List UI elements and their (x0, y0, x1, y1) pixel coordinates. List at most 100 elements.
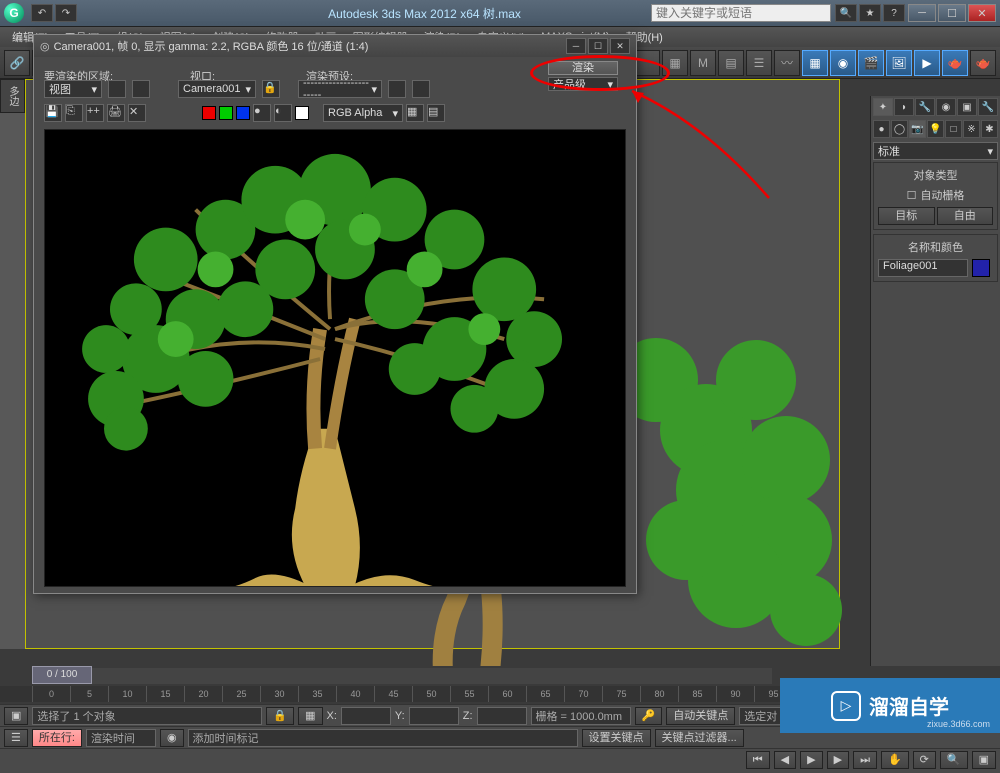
render-output-view[interactable] (44, 129, 626, 587)
copy-icon[interactable]: ⎘ (65, 104, 83, 122)
clear-icon[interactable]: ✕ (128, 104, 146, 122)
link-icon[interactable]: 🔗 (4, 50, 30, 76)
region-icon[interactable] (108, 80, 126, 98)
utilities-tab-icon[interactable]: 🔧 (978, 98, 998, 116)
script-icon[interactable]: ▣ (4, 707, 28, 725)
nav-pan-icon[interactable]: ✋ (881, 751, 909, 769)
create-tab-icon[interactable]: ✦ (873, 98, 893, 116)
redo-button[interactable]: ↷ (55, 4, 77, 22)
helpers-icon[interactable]: □ (945, 120, 962, 138)
key-filter-button[interactable]: 关键点过滤器... (655, 729, 744, 747)
play-start-icon[interactable]: ⏮ (746, 751, 770, 769)
y-input[interactable] (409, 707, 459, 725)
green-channel-swatch[interactable] (219, 106, 233, 120)
rd-maximize-button[interactable]: ☐ (588, 38, 608, 54)
time-tag-field[interactable]: 添加时间标记 (188, 729, 578, 747)
viewport-dropdown[interactable]: Camera001▾ (178, 80, 256, 98)
toggle1-icon[interactable]: ▦ (406, 104, 424, 122)
teapot2-icon[interactable]: 🫖 (970, 50, 996, 76)
target-button[interactable]: 目标 (878, 207, 935, 225)
mono-icon[interactable]: ◐ (274, 104, 292, 122)
modify-tab-icon[interactable]: ◗ (894, 98, 914, 116)
hierarchy-tab-icon[interactable]: 🔧 (915, 98, 935, 116)
vertical-tab[interactable]: 多边 (0, 79, 25, 113)
toggle2-icon[interactable]: ▤ (427, 104, 445, 122)
blue-channel-swatch[interactable] (236, 106, 250, 120)
preset-option2-icon[interactable] (412, 80, 430, 98)
save-image-icon[interactable]: 💾 (44, 104, 62, 122)
area-dropdown[interactable]: 视图▾ (44, 80, 102, 98)
set-key-button[interactable]: 设置关键点 (582, 729, 651, 747)
display-tab-icon[interactable]: ▣ (957, 98, 977, 116)
shapes-icon[interactable]: ◯ (891, 120, 908, 138)
search-icon[interactable]: 🔍 (835, 4, 857, 22)
auto-key-button[interactable]: 自动关键点 (666, 707, 735, 725)
layer-icon[interactable]: ☰ (746, 50, 772, 76)
autogrid-checkbox[interactable]: ☐ (907, 189, 917, 202)
script2-icon[interactable]: ☰ (4, 729, 28, 747)
render-setup-icon[interactable]: 🎬 (858, 50, 884, 76)
lock-selection-icon[interactable]: 🔒 (266, 707, 294, 725)
mirror-icon[interactable]: M (690, 50, 716, 76)
space-warps-icon[interactable]: ※ (963, 120, 980, 138)
red-channel-swatch[interactable] (202, 106, 216, 120)
play-end-icon[interactable]: ⏭ (853, 751, 877, 769)
render-button[interactable]: 渲染 (548, 61, 618, 75)
minimize-button[interactable]: ─ (908, 4, 936, 22)
render-icon[interactable]: ▶ (914, 50, 940, 76)
object-name-input[interactable]: Foliage001 (878, 259, 968, 277)
isolate-icon[interactable]: ▦ (298, 707, 322, 725)
tool1-icon[interactable]: ★ (859, 4, 881, 22)
align2-icon[interactable]: ▤ (718, 50, 744, 76)
lights-icon[interactable]: 💡 (927, 120, 944, 138)
curve-icon[interactable]: 〰 (774, 50, 800, 76)
rendered-frame-icon[interactable]: 🖼 (886, 50, 912, 76)
nav-max-icon[interactable]: ▣ (972, 751, 996, 769)
material-icon[interactable]: ◉ (830, 50, 856, 76)
timeline-track[interactable] (32, 668, 772, 684)
free-button[interactable]: 自由 (937, 207, 994, 225)
systems-icon[interactable]: ✱ (981, 120, 998, 138)
schematic-icon[interactable]: ▦ (802, 50, 828, 76)
play-next-icon[interactable]: ▶ (827, 751, 849, 769)
play-icon[interactable]: ▶ (800, 751, 822, 769)
lock-icon[interactable]: 🔒 (262, 80, 280, 98)
align-icon[interactable]: ▦ (662, 50, 688, 76)
preset-dropdown[interactable]: -----------------------▾ (298, 80, 382, 98)
rd-close-button[interactable]: ✕ (610, 38, 630, 54)
close-button[interactable]: ✕ (968, 4, 996, 22)
maximize-button[interactable]: ☐ (938, 4, 966, 22)
z-input[interactable] (477, 707, 527, 725)
motion-tab-icon[interactable]: ◉ (936, 98, 956, 116)
app-orb-icon[interactable]: G (4, 3, 24, 23)
undo-button[interactable]: ↶ (31, 4, 53, 22)
tool2-icon[interactable]: ? (883, 4, 905, 22)
object-color-swatch[interactable] (972, 259, 990, 277)
nav-orbit-icon[interactable]: ⟳ (913, 751, 936, 769)
time-slider[interactable]: 0 / 100 (32, 666, 92, 684)
x-input[interactable] (341, 707, 391, 725)
render-toolbar: 💾 ⎘ ++ 🖨 ✕ ● ◐ RGB Alpha▾ ▦ ▤ (34, 101, 636, 125)
goto-line-button[interactable]: 所在行: (32, 729, 82, 747)
nav-zoom-icon[interactable]: 🔍 (940, 751, 968, 769)
render-dialog-title: Camera001, 帧 0, 显示 gamma: 2.2, RGBA 颜色 1… (54, 38, 564, 54)
play-prev-icon[interactable]: ◀ (774, 751, 796, 769)
help-search-input[interactable] (651, 4, 831, 22)
command-panel: ✦ ◗ 🔧 ◉ ▣ 🔧 ● ◯ 📷 💡 □ ※ ✱ 标准▾ 对象类型 ☐自动栅格… (870, 96, 1000, 666)
key-icon[interactable]: 🔑 (635, 707, 663, 725)
cameras-icon[interactable]: 📷 (909, 120, 926, 138)
clone-icon[interactable]: ++ (86, 104, 104, 122)
time-tag-icon[interactable]: ◉ (160, 729, 184, 747)
teapot-icon[interactable]: 🫖 (942, 50, 968, 76)
region2-icon[interactable] (132, 80, 150, 98)
render-dialog-titlebar[interactable]: ◎ Camera001, 帧 0, 显示 gamma: 2.2, RGBA 颜色… (34, 35, 636, 57)
print-icon[interactable]: 🖨 (107, 104, 125, 122)
category-dropdown[interactable]: 标准▾ (873, 142, 998, 160)
geometry-icon[interactable]: ● (873, 120, 890, 138)
rd-minimize-button[interactable]: ─ (566, 38, 586, 54)
channel-dropdown[interactable]: RGB Alpha▾ (323, 104, 403, 122)
title-bar: G ↶ ↷ Autodesk 3ds Max 2012 x64 树.max 🔍 … (0, 0, 1000, 27)
alpha-icon[interactable]: ● (253, 104, 271, 122)
white-swatch[interactable] (295, 106, 309, 120)
preset-option1-icon[interactable] (388, 80, 406, 98)
